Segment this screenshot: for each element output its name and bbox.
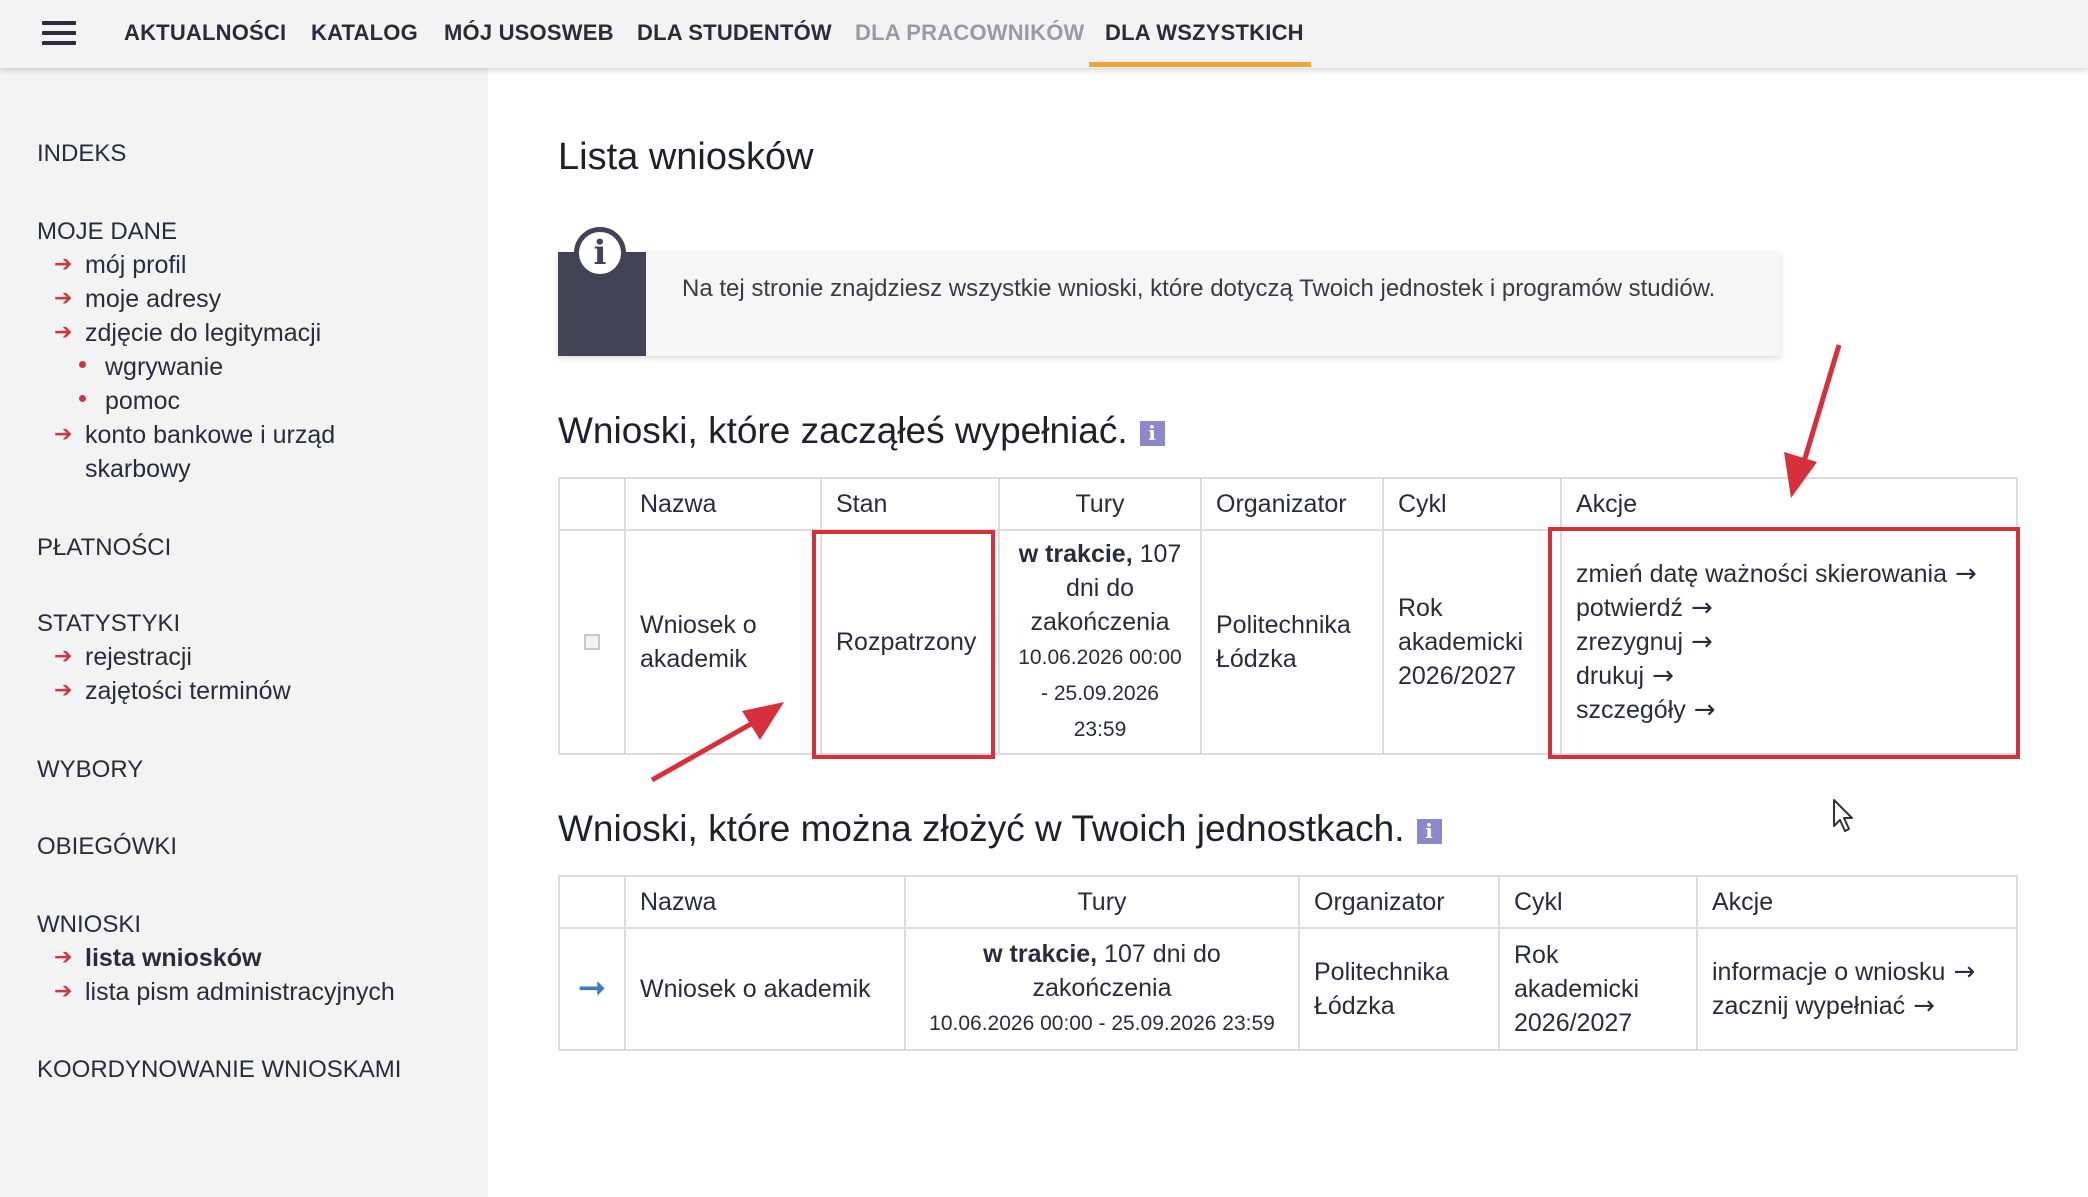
nav-dla-pracownikow[interactable]: DLA PRACOWNIKÓW [855, 20, 1085, 46]
annotation-arrow-icon [1784, 344, 1842, 498]
top-navigation-bar: AKTUALNOŚCI KATALOG MÓJ USOSWEB DLA STUD… [0, 0, 2088, 68]
menu-icon[interactable] [42, 21, 76, 45]
nav-moj-usosweb[interactable]: MÓJ USOSWEB [444, 20, 614, 46]
nav-dla-wszystkich[interactable]: DLA WSZYSTKICH [1105, 20, 1304, 46]
nav-dla-studentow[interactable]: DLA STUDENTÓW [637, 20, 832, 46]
nav-katalog[interactable]: KATALOG [311, 20, 418, 46]
annotation-arrows [650, 344, 1842, 783]
mouse-cursor-icon [1833, 799, 1853, 832]
nav-aktualnosci[interactable]: AKTUALNOŚCI [124, 20, 286, 46]
active-tab-indicator [1089, 62, 1311, 67]
annotation-arrow-icon [650, 702, 784, 783]
